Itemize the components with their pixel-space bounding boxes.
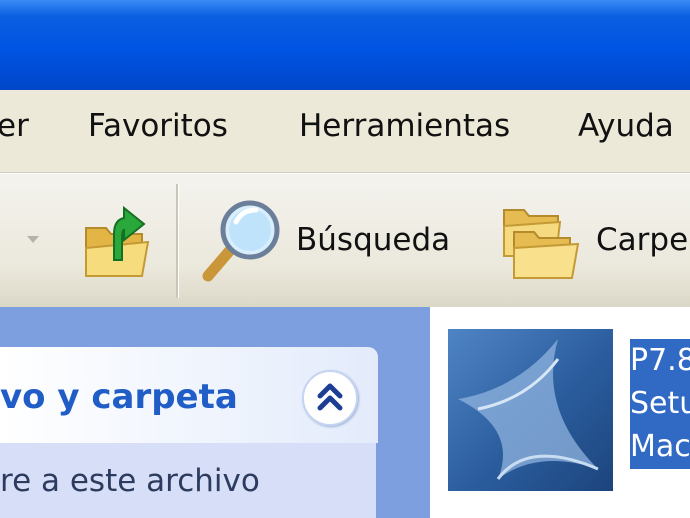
menu-bar: er Favoritos Herramientas Ayuda xyxy=(0,90,690,173)
task-group-title: vo y carpeta xyxy=(0,377,238,417)
task-group-body: re a este archivo xyxy=(0,443,376,518)
file-name-line-3: Mac xyxy=(630,429,690,464)
task-group-header[interactable]: vo y carpeta xyxy=(0,347,378,443)
chevron-double-up-icon xyxy=(317,383,343,411)
magnifier-icon xyxy=(202,200,280,282)
menu-item-help[interactable]: Ayuda xyxy=(578,108,674,144)
file-name-line-2: Setu xyxy=(630,386,690,421)
standard-toolbar: Búsqueda Carpe xyxy=(0,173,690,308)
dropdown-arrow-icon xyxy=(27,236,39,243)
task-link-move-file[interactable]: re a este archivo xyxy=(0,463,260,499)
file-name-line-1: P7.8 xyxy=(630,343,690,378)
search-button-label: Búsqueda xyxy=(296,222,451,258)
file-thumbnail[interactable] xyxy=(448,329,613,491)
menu-item-favorites[interactable]: Favoritos xyxy=(88,108,228,144)
task-pane: vo y carpeta re a este archivo xyxy=(0,307,430,518)
up-folder-button[interactable] xyxy=(80,198,154,282)
toolbar-separator xyxy=(176,184,179,298)
folders-icon xyxy=(503,209,580,279)
search-button[interactable]: Búsqueda xyxy=(198,196,468,286)
forward-dropdown-button[interactable] xyxy=(20,224,46,254)
window-title-bar[interactable] xyxy=(0,0,690,90)
folders-button[interactable]: Carpe xyxy=(500,204,690,290)
collapse-button[interactable] xyxy=(302,370,358,426)
folder-up-icon xyxy=(85,205,150,277)
menu-item-tools[interactable]: Herramientas xyxy=(299,108,510,144)
file-name-label[interactable]: P7.8 Setu Mac xyxy=(630,339,690,469)
menu-item-view[interactable]: er xyxy=(0,108,29,144)
file-list-pane: P7.8 Setu Mac xyxy=(430,307,690,518)
folders-button-label: Carpe xyxy=(596,222,689,258)
installer-icon xyxy=(458,339,599,480)
